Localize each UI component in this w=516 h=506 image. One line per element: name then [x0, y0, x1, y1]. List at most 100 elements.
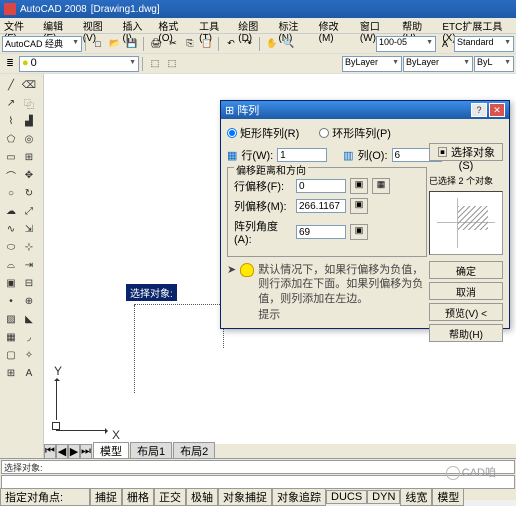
extend-icon[interactable]: ⇥ [20, 256, 38, 274]
tab-layout1[interactable]: 布局1 [130, 442, 172, 458]
help-icon[interactable]: ? [471, 103, 487, 117]
scale-icon[interactable]: ⤢ [20, 202, 38, 220]
tab-first-icon[interactable]: ⏮ [44, 444, 56, 459]
close-icon[interactable]: ✕ [489, 103, 505, 117]
model-toggle[interactable]: 模型 [432, 488, 464, 506]
tab-model[interactable]: 模型 [93, 442, 129, 458]
color-dropdown[interactable]: ByLayer [342, 56, 402, 72]
ellipse-icon[interactable]: ⬭ [2, 238, 20, 256]
cancel-button[interactable]: 取消 [429, 282, 503, 300]
otrack-toggle[interactable]: 对象追踪 [272, 488, 326, 506]
polar-toggle[interactable]: 极轴 [186, 488, 218, 506]
cut-icon[interactable]: ✂ [165, 36, 181, 52]
ellipsearc-icon[interactable]: ⌓ [2, 256, 20, 274]
menu-help[interactable]: 帮助(H) [402, 18, 434, 33]
linetype-dropdown[interactable]: ByLayer [403, 56, 473, 72]
erase-icon[interactable]: ⌫ [20, 76, 38, 94]
lineweight-dropdown[interactable]: ByL [474, 56, 514, 72]
menu-view[interactable]: 视图(V) [83, 18, 115, 33]
select-objects-button[interactable]: ▣ 选择对象(S) [429, 143, 503, 161]
array-icon[interactable]: ⊞ [20, 148, 38, 166]
layer-state-icon[interactable]: ⬚ [147, 56, 163, 72]
dyn-toggle[interactable]: DYN [367, 490, 400, 504]
menu-format[interactable]: 格式(O) [158, 18, 191, 33]
menu-tools[interactable]: 工具(T) [199, 18, 230, 33]
redo-icon[interactable]: ↷ [240, 36, 256, 52]
new-icon[interactable]: □ [90, 36, 106, 52]
pick-row-offset-icon[interactable]: ▣ [350, 178, 368, 194]
region-icon[interactable]: ▢ [2, 346, 20, 364]
menu-modify[interactable]: 修改(M) [319, 18, 352, 33]
tab-layout2[interactable]: 布局2 [173, 442, 215, 458]
trim-icon[interactable]: ⊹ [20, 238, 38, 256]
undo-icon[interactable]: ↶ [223, 36, 239, 52]
ducs-toggle[interactable]: DUCS [326, 490, 367, 504]
mtext-icon[interactable]: A [20, 364, 38, 382]
mirror-icon[interactable]: ▟ [20, 112, 38, 130]
row-offset-input[interactable] [296, 179, 346, 193]
hatch-icon[interactable]: ▨ [2, 310, 20, 328]
snap-toggle[interactable]: 捕捉 [90, 488, 122, 506]
copy-icon[interactable]: ⎘ [182, 36, 198, 52]
help-button[interactable]: 帮助(H) [429, 324, 503, 342]
xline-icon[interactable]: ↗ [2, 94, 20, 112]
pick-col-offset-icon[interactable]: ▣ [350, 198, 368, 214]
polar-array-radio[interactable]: 环形阵列(P) [319, 125, 391, 141]
gradient-icon[interactable]: ▦ [2, 328, 20, 346]
zoom-icon[interactable]: 🔍 [281, 36, 297, 52]
textstyle-dropdown[interactable]: Standard [454, 36, 514, 52]
menu-file[interactable]: 文件(F) [4, 18, 35, 33]
ortho-toggle[interactable]: 正交 [154, 488, 186, 506]
paste-icon[interactable]: 📋 [199, 36, 215, 52]
dialog-titlebar[interactable]: ⊞ 阵列 ? ✕ [221, 101, 509, 119]
pick-both-offset-icon[interactable]: ▦ [372, 178, 390, 194]
open-icon[interactable]: 📂 [107, 36, 123, 52]
grid-toggle[interactable]: 栅格 [122, 488, 154, 506]
tab-last-icon[interactable]: ⏭ [80, 444, 92, 459]
layer-iso-icon[interactable]: ⬚ [164, 56, 180, 72]
scale-dropdown[interactable]: 100-05 [376, 36, 436, 52]
col-offset-input[interactable] [296, 199, 346, 213]
break-icon[interactable]: ⊟ [20, 274, 38, 292]
menu-window[interactable]: 窗口(W) [360, 18, 394, 33]
lwt-toggle[interactable]: 线宽 [400, 488, 432, 506]
menu-insert[interactable]: 插入(I) [122, 18, 150, 33]
pline-icon[interactable]: ⌇ [2, 112, 20, 130]
angle-input[interactable] [296, 225, 346, 239]
fillet-icon[interactable]: ◞ [20, 328, 38, 346]
menu-draw[interactable]: 绘图(D) [238, 18, 270, 33]
menu-dim[interactable]: 标注(N) [278, 18, 310, 33]
menu-edit[interactable]: 编辑(E) [43, 18, 75, 33]
command-input[interactable] [1, 475, 515, 489]
offset-icon[interactable]: ◎ [20, 130, 38, 148]
rotate-icon[interactable]: ↻ [20, 184, 38, 202]
menu-etc[interactable]: ETC扩展工具(X) [442, 18, 512, 33]
point-icon[interactable]: • [2, 292, 20, 310]
pan-icon[interactable]: ✋ [264, 36, 280, 52]
circle-icon[interactable]: ○ [2, 184, 20, 202]
annotation-icon[interactable]: A [437, 36, 453, 52]
tab-prev-icon[interactable]: ◀ [56, 444, 68, 459]
join-icon[interactable]: ⊕ [20, 292, 38, 310]
rectangle-icon[interactable]: ▭ [2, 148, 20, 166]
workspace-dropdown[interactable]: AutoCAD 经典 [2, 36, 82, 52]
arc-icon[interactable]: ⌒ [2, 166, 20, 184]
pick-angle-icon[interactable]: ▣ [350, 224, 368, 240]
block-icon[interactable]: ▣ [2, 274, 20, 292]
polygon-icon[interactable]: ⬠ [2, 130, 20, 148]
stretch-icon[interactable]: ⇲ [20, 220, 38, 238]
rect-array-radio[interactable]: 矩形阵列(R) [227, 125, 299, 141]
revcloud-icon[interactable]: ☁ [2, 202, 20, 220]
print-icon[interactable]: 🖨 [148, 36, 164, 52]
rows-input[interactable] [277, 148, 327, 162]
chamfer-icon[interactable]: ◣ [20, 310, 38, 328]
copy2-icon[interactable]: ⿻ [20, 94, 38, 112]
preview-button[interactable]: 预览(V) < [429, 303, 503, 321]
table-icon[interactable]: ⊞ [2, 364, 20, 382]
command-prompt[interactable]: 选择对象: [1, 460, 515, 474]
osnap-toggle[interactable]: 对象捕捉 [218, 488, 272, 506]
move-icon[interactable]: ✥ [20, 166, 38, 184]
layer-props-icon[interactable]: ≣ [2, 56, 18, 72]
explode-icon[interactable]: ✧ [20, 346, 38, 364]
ok-button[interactable]: 确定 [429, 261, 503, 279]
